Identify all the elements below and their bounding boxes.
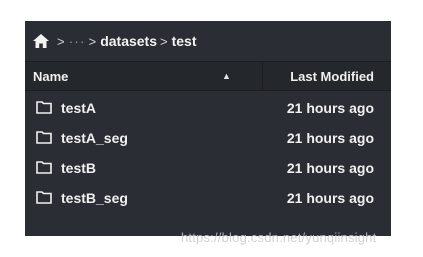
breadcrumb-item-datasets[interactable]: datasets [100,33,157,49]
list-item[interactable]: testB 21 hours ago [25,153,391,183]
file-modified: 21 hours ago [286,190,374,206]
home-icon[interactable] [33,34,49,48]
file-name[interactable]: testA [61,100,96,116]
watermark: https://blog.csdn.net/yunqiinsight [181,230,377,245]
breadcrumb-ellipsis[interactable]: ··· [69,33,86,49]
list-item[interactable]: testA 21 hours ago [25,93,391,123]
breadcrumb-item-test[interactable]: test [172,33,197,49]
folder-icon [36,161,52,174]
folder-icon [36,131,52,144]
file-browser-panel: > ··· > datasets > test Name ▲ Last Modi… [25,21,391,236]
file-modified: 21 hours ago [286,100,374,116]
column-divider[interactable] [262,62,263,90]
folder-icon [36,191,52,204]
file-modified: 21 hours ago [286,130,374,146]
file-name[interactable]: testB_seg [61,190,128,206]
breadcrumb: > ··· > datasets > test [25,21,391,61]
folder-icon [36,101,52,114]
list-item[interactable]: testB_seg 21 hours ago [25,183,391,213]
breadcrumb-separator: > [88,33,97,49]
file-modified: 21 hours ago [286,160,374,176]
file-list: testA 21 hours ago testA_seg 21 hours ag… [25,93,391,213]
list-item[interactable]: testA_seg 21 hours ago [25,123,391,153]
column-header-last-modified[interactable]: Last Modified [290,69,374,84]
table-header: Name ▲ Last Modified [25,61,391,91]
breadcrumb-separator: > [160,33,168,49]
column-header-name[interactable]: Name [33,69,68,84]
file-name[interactable]: testB [61,160,96,176]
sort-ascending-icon[interactable]: ▲ [222,71,231,81]
file-name[interactable]: testA_seg [61,130,128,146]
breadcrumb-separator: > [57,33,65,49]
